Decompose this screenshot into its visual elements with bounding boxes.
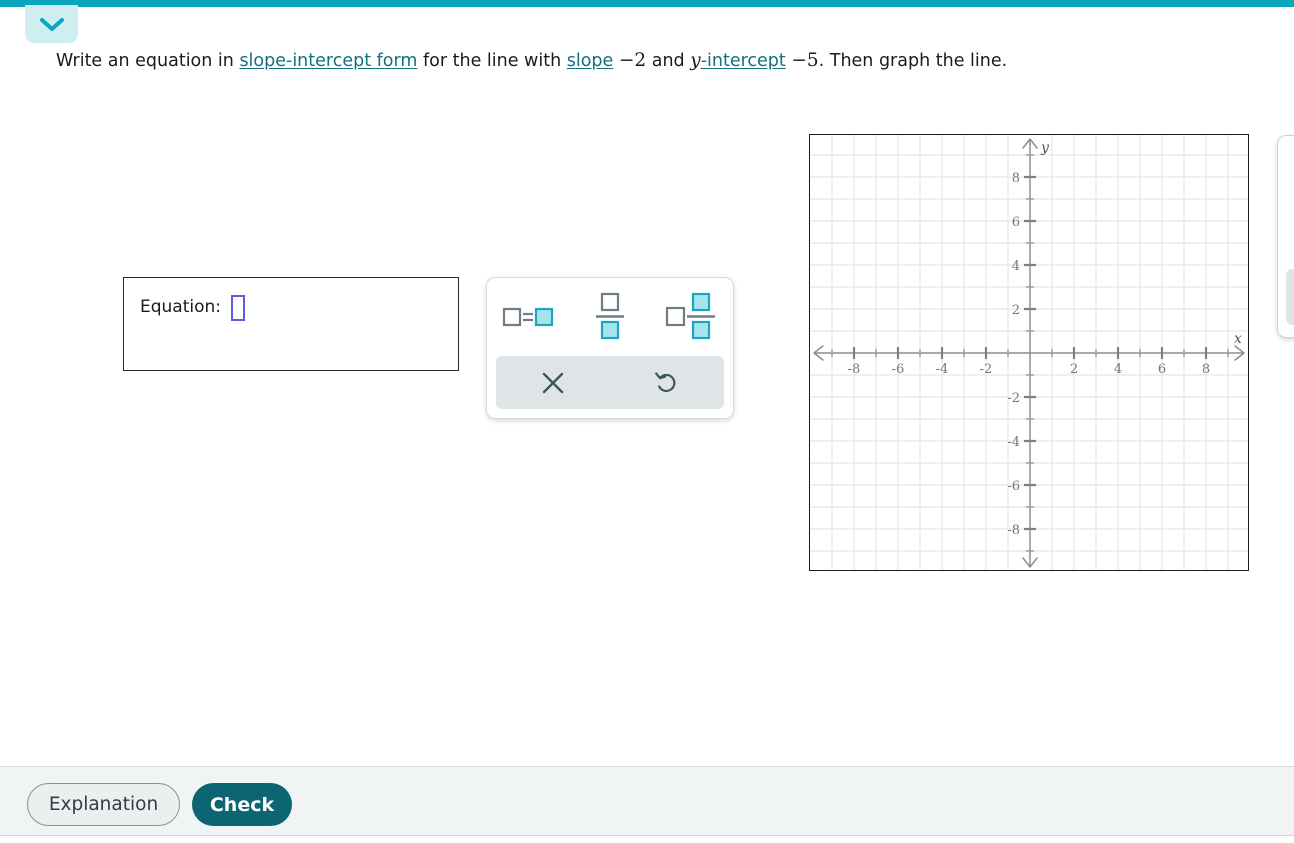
- question-text-part-4: . Then graph the line.: [818, 51, 1008, 71]
- top-accent-bar: [0, 0, 1294, 7]
- secondary-tool-panel-actions[interactable]: [1286, 269, 1294, 325]
- equation-input-slot[interactable]: [231, 295, 245, 321]
- clear-button[interactable]: [521, 360, 585, 406]
- svg-text:-4: -4: [936, 362, 949, 377]
- math-template-row: [487, 284, 733, 350]
- undo-button[interactable]: [635, 360, 699, 406]
- check-button[interactable]: Check: [192, 783, 292, 826]
- y-intercept-link[interactable]: -intercept: [701, 51, 786, 71]
- y-axis-label: y: [1040, 140, 1050, 156]
- undo-arrow-icon: [655, 371, 676, 392]
- svg-text:-4: -4: [1007, 435, 1020, 450]
- slope-link[interactable]: slope: [567, 51, 614, 71]
- math-keypad-panel: [486, 277, 734, 419]
- svg-text:6: 6: [1158, 362, 1166, 377]
- svg-text:6: 6: [1012, 215, 1020, 230]
- svg-text:-6: -6: [892, 362, 905, 377]
- svg-text:4: 4: [1114, 362, 1122, 377]
- question-prompt: Write an equation in slope-intercept for…: [56, 48, 1156, 75]
- slope-value: −2: [618, 50, 647, 71]
- question-text-part-2: for the line with: [417, 51, 567, 71]
- axis-lines: [814, 139, 1244, 567]
- explanation-button[interactable]: Explanation: [27, 783, 180, 826]
- y-intercept-value: −5: [791, 50, 819, 71]
- svg-text:-2: -2: [980, 362, 993, 377]
- svg-text:2: 2: [1012, 303, 1020, 318]
- equation-label: Equation:: [140, 297, 222, 317]
- svg-text:2: 2: [1070, 362, 1078, 377]
- svg-text:8: 8: [1202, 362, 1210, 377]
- equation-template-button[interactable]: [496, 289, 560, 345]
- question-text-part-1: Write an equation in: [56, 51, 240, 71]
- equation-template-icon: [502, 307, 554, 327]
- svg-text:-8: -8: [848, 362, 861, 377]
- equation-answer-box[interactable]: Equation:: [123, 277, 459, 371]
- fraction-template-icon: [596, 292, 624, 340]
- coordinate-plane-svg: -8 -6 -4 -2 2 4 6 8 8 6 4 2 -2 -4 -6 -8 …: [810, 135, 1248, 570]
- y-tick-labels: 8 6 4 2 -2 -4 -6 -8: [1007, 171, 1020, 538]
- question-text-part-3: and: [646, 51, 691, 71]
- chevron-down-icon: [39, 16, 65, 32]
- mixed-number-template-button[interactable]: [660, 289, 724, 345]
- slope-intercept-form-link[interactable]: slope-intercept form: [239, 51, 417, 71]
- svg-text:-2: -2: [1007, 391, 1020, 406]
- coordinate-graph[interactable]: -8 -6 -4 -2 2 4 6 8 8 6 4 2 -2 -4 -6 -8 …: [809, 134, 1249, 571]
- x-axis-label: x: [1234, 331, 1242, 347]
- y-variable: y: [690, 50, 701, 71]
- svg-text:-6: -6: [1007, 479, 1020, 494]
- svg-text:8: 8: [1012, 171, 1020, 186]
- close-x-icon: [542, 372, 564, 393]
- svg-text:4: 4: [1012, 259, 1020, 274]
- mixed-number-template-icon: [665, 292, 715, 340]
- svg-text:-8: -8: [1007, 523, 1020, 538]
- math-keypad-actions: [496, 356, 724, 409]
- secondary-tool-panel[interactable]: [1277, 135, 1294, 338]
- collapse-panel-tab[interactable]: [25, 5, 78, 43]
- fraction-template-button[interactable]: [578, 289, 642, 345]
